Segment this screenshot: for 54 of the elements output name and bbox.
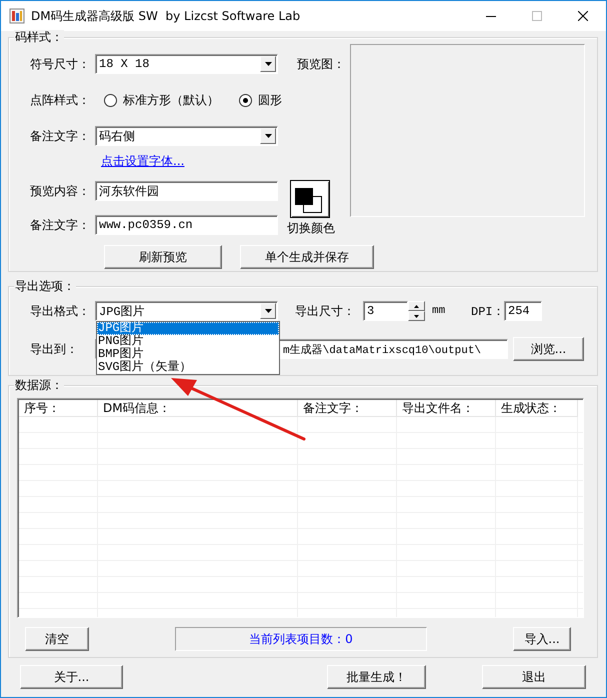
radio-button[interactable]: 标准方形（默认） bbox=[104, 92, 219, 108]
group-title: 码样式： bbox=[14, 30, 64, 45]
preview-label: 预览图： bbox=[297, 56, 345, 72]
field-label: DPI： bbox=[471, 304, 504, 320]
column-header[interactable]: 生成状态： bbox=[496, 400, 578, 417]
dropdown[interactable]: JPG图片 bbox=[95, 301, 278, 321]
color-label: 切换颜色 bbox=[287, 220, 335, 237]
field-label: 备注文字： bbox=[30, 128, 91, 144]
input-field[interactable]: 254 bbox=[504, 301, 542, 321]
unit-label: mm bbox=[432, 305, 446, 317]
dropdown[interactable]: 码右侧 bbox=[95, 126, 278, 146]
button[interactable]: 刷新预览 bbox=[104, 245, 222, 269]
dropdown[interactable]: 18 X 18 bbox=[95, 54, 278, 74]
column-header[interactable]: 备注文字： bbox=[298, 400, 397, 417]
field-label: 导出格式： bbox=[30, 302, 91, 320]
column-header[interactable]: DM码信息： bbox=[98, 400, 298, 417]
caret-icon bbox=[264, 134, 272, 138]
radio-button[interactable]: 圆形 bbox=[239, 92, 282, 108]
app-icon bbox=[9, 8, 25, 24]
group-title: 数据源： bbox=[14, 378, 64, 393]
status-text: 当前列表项目数：0 bbox=[175, 627, 427, 651]
caret-icon bbox=[264, 309, 272, 313]
field-label: 符号尺寸： bbox=[30, 56, 91, 72]
down-arrow-icon bbox=[414, 314, 419, 318]
button[interactable]: 浏览... bbox=[513, 337, 584, 361]
close-icon bbox=[578, 11, 588, 21]
spin-up-button[interactable] bbox=[408, 301, 425, 311]
input-field[interactable]: www.pc0359.cn bbox=[95, 215, 278, 235]
button[interactable]: 导入... bbox=[513, 627, 571, 651]
button[interactable]: 单个生成并保存 bbox=[240, 245, 374, 269]
button[interactable]: 清空 bbox=[25, 627, 89, 651]
caret-icon bbox=[264, 62, 272, 66]
input-field[interactable]: 河东软件园 bbox=[95, 181, 278, 201]
field-label: 导出到： bbox=[30, 340, 79, 358]
button[interactable]: 关于... bbox=[20, 665, 123, 689]
field-label: 预览内容： bbox=[30, 182, 91, 200]
group-title: 导出选项： bbox=[14, 279, 76, 294]
maximize-icon bbox=[532, 11, 542, 21]
up-arrow-icon bbox=[414, 304, 419, 308]
list-item[interactable]: JPG图片 bbox=[97, 322, 279, 335]
column-header[interactable]: 导出文件名： bbox=[397, 400, 496, 417]
column-header[interactable]: 序号： bbox=[19, 400, 98, 417]
button[interactable]: 批量生成！ bbox=[327, 665, 426, 689]
field-label: 点阵样式： bbox=[30, 92, 91, 108]
list-item[interactable]: SVG图片（矢量） bbox=[97, 361, 279, 374]
color-swatch-button[interactable] bbox=[290, 180, 330, 218]
button[interactable]: 退出 bbox=[482, 665, 586, 689]
field-label: 导出尺寸： bbox=[295, 302, 356, 320]
list-item[interactable]: BMP图片 bbox=[97, 348, 279, 361]
spin-down-button[interactable] bbox=[408, 311, 425, 321]
input-field[interactable]: 3 bbox=[363, 301, 408, 321]
window-title: DM码生成器高级版 SW by Lizcst Software Lab bbox=[31, 8, 300, 24]
link[interactable]: 点击设置字体... bbox=[101, 152, 184, 170]
field-label: 备注文字： bbox=[30, 216, 91, 234]
